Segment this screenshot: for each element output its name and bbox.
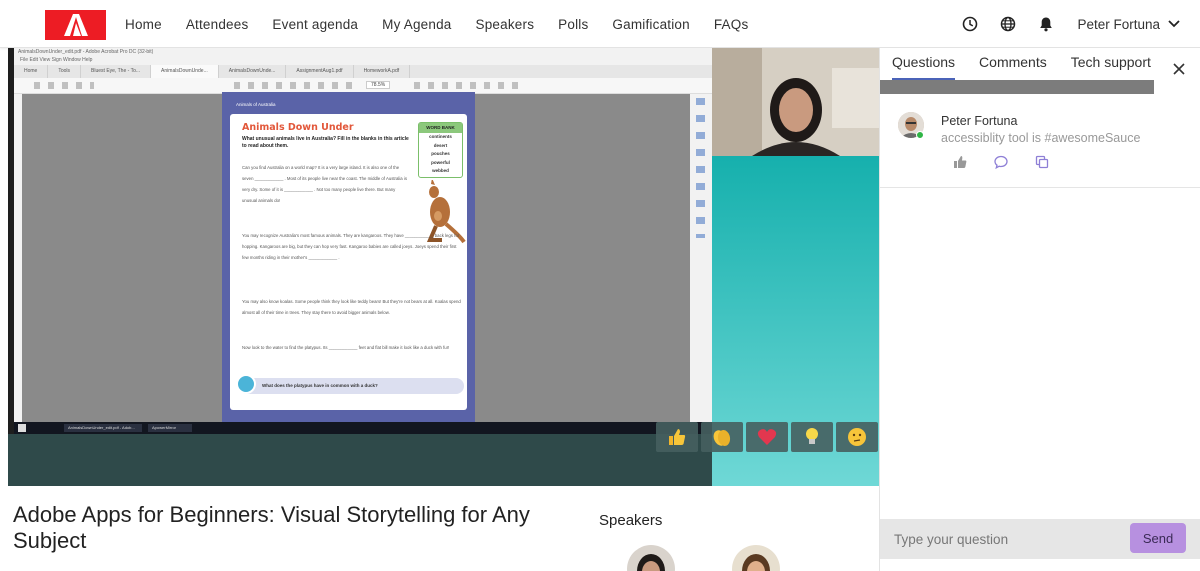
upvote-icon[interactable] — [952, 154, 968, 170]
pdf-paragraph: Now look to the water to find the platyp… — [242, 345, 450, 350]
acrobat-tool-icons — [696, 98, 705, 238]
speaker-avatar[interactable] — [627, 545, 675, 571]
question-input[interactable] — [880, 519, 1128, 559]
acrobat-tab: Home — [14, 65, 49, 78]
acrobat-tab: HomeworkA.pdf — [354, 65, 411, 78]
acrobat-tab: Tools — [48, 65, 82, 78]
pdf-page: Animals of Australia Animals Down Under … — [222, 92, 475, 422]
pdf-paragraph: Can you find Australia on a world map? I… — [242, 165, 407, 203]
question-text: accessiblity tool is #awesomeSauce — [941, 131, 1141, 145]
thumbs-up-reaction-button[interactable] — [656, 422, 698, 452]
nav-gamification[interactable]: Gamification — [612, 17, 689, 32]
chevron-down-icon[interactable] — [1168, 15, 1180, 33]
star-icon — [236, 374, 256, 394]
panel-header-strip — [880, 80, 1154, 94]
acrobat-tab: AnimalsDownUnde... — [219, 65, 287, 78]
copy-icon[interactable] — [1034, 154, 1050, 170]
acrobat-toolbar-icons — [234, 82, 354, 89]
question-composer: Send — [880, 519, 1200, 559]
panel-tabs: Questions Comments Tech support — [892, 48, 1175, 80]
reactions-bar — [656, 422, 879, 452]
word-bank-word: webbed — [432, 168, 449, 173]
online-status-dot — [916, 131, 924, 139]
acrobat-tab: AssignmentAug1.pdf — [286, 65, 354, 78]
windows-taskbar: AnimalsDownUnder_edit.pdf - Adob... Apow… — [14, 422, 712, 434]
word-bank-word: powerful — [431, 159, 450, 165]
acrobat-tools-pane — [690, 94, 712, 424]
acrobat-tabs: Home Tools Bluest Eye, The - To... Anima… — [14, 65, 712, 78]
windows-start-icon — [18, 424, 26, 432]
nav-my-agenda[interactable]: My Agenda — [382, 17, 451, 32]
session-title: Adobe Apps for Beginners: Visual Storyte… — [13, 502, 530, 553]
pdf-paragraph: You may also know koalas. Some people th… — [242, 299, 461, 315]
speakers-heading: Speakers — [599, 512, 663, 529]
nav-polls[interactable]: Polls — [558, 17, 588, 32]
speaker-webcam — [712, 48, 879, 156]
taskbar-item: ApowerMirror — [148, 424, 192, 432]
send-button[interactable]: Send — [1130, 523, 1186, 553]
clapping-reaction-button[interactable] — [701, 422, 743, 452]
thumbs-up-icon — [669, 429, 686, 445]
thinking-reaction-button[interactable] — [836, 422, 878, 452]
nav-event-agenda[interactable]: Event agenda — [272, 17, 358, 32]
user-menu-name[interactable]: Peter Fortuna — [1077, 17, 1160, 32]
question-author: Peter Fortuna — [941, 114, 1018, 128]
taskbar-item: AnimalsDownUnder_edit.pdf - Adob... — [64, 424, 142, 432]
screen-share: AnimalsDownUnder_edit.pdf - Adobe Acroba… — [8, 48, 712, 434]
nav-faqs[interactable]: FAQs — [714, 17, 749, 32]
acrobat-toolbar-icons — [414, 82, 524, 89]
clock-icon[interactable] — [961, 15, 979, 33]
top-right-controls: Peter Fortuna — [941, 0, 1180, 48]
pdf-page-title: Animals Down Under — [242, 122, 354, 133]
clapping-hands-icon — [713, 430, 731, 446]
pdf-question: What does the platypus have in common wi… — [238, 378, 464, 394]
question-item: Peter Fortuna accessiblity tool is #awes… — [880, 106, 1200, 188]
pdf-paragraph: You may recognize Australia's most famou… — [242, 233, 460, 260]
word-bank-word: desert — [433, 142, 448, 148]
video-stage[interactable]: AnimalsDownUnder_edit.pdf - Adobe Acroba… — [8, 48, 879, 486]
globe-icon[interactable] — [999, 15, 1017, 33]
acrobat-menu-bar: File Edit View Sign Window Help — [14, 56, 712, 65]
question-actions — [952, 154, 1075, 170]
word-bank-word: continents — [429, 134, 452, 139]
acrobat-toolbar-icons — [34, 82, 94, 89]
thinking-face-icon — [848, 428, 866, 446]
tab-comments[interactable]: Comments — [979, 48, 1047, 80]
speaker-avatar[interactable] — [732, 545, 780, 571]
acrobat-tab: Bluest Eye, The - To... — [81, 65, 152, 78]
tab-tech-support[interactable]: Tech support — [1071, 48, 1151, 80]
word-bank-word: pouches — [431, 151, 450, 156]
pdf-page-kicker: Animals of Australia — [236, 102, 276, 107]
adobe-logo[interactable] — [45, 10, 106, 40]
lightbulb-reaction-button[interactable] — [791, 422, 833, 452]
bell-icon[interactable] — [1037, 15, 1055, 33]
heart-icon — [757, 429, 777, 445]
heart-reaction-button[interactable] — [746, 422, 788, 452]
lightbulb-icon — [806, 428, 818, 444]
acrobat-title-bar: AnimalsDownUnder_edit.pdf - Adobe Acroba… — [14, 48, 712, 56]
word-bank: WORD BANK continents desert pouches powe… — [418, 122, 463, 178]
acrobat-left-rail — [14, 94, 22, 424]
top-navigation-bar: Home Attendees Event agenda My Agenda Sp… — [0, 0, 1200, 48]
pdf-page-content: Animals Down Under What unusual animals … — [230, 114, 467, 410]
webcam-image — [712, 48, 879, 156]
reply-comment-icon[interactable] — [993, 154, 1009, 170]
word-bank-title: WORD BANK — [419, 123, 462, 133]
acrobat-zoom-level: 78.5% — [366, 81, 391, 89]
nav-speakers[interactable]: Speakers — [476, 17, 535, 32]
close-icon[interactable] — [1172, 62, 1186, 76]
tab-questions[interactable]: Questions — [892, 48, 956, 80]
pdf-page-subtitle: What unusual animals live in Australia? … — [242, 136, 409, 149]
nav-attendees[interactable]: Attendees — [186, 17, 249, 32]
nav-home[interactable]: Home — [125, 17, 162, 32]
adobe-logo-icon — [63, 14, 88, 36]
engagement-panel: Questions Comments Tech support Peter Fo… — [879, 48, 1200, 571]
acrobat-tab-active: AnimalsDownUnde... — [151, 65, 219, 78]
main-nav: Home Attendees Event agenda My Agenda Sp… — [125, 0, 772, 48]
